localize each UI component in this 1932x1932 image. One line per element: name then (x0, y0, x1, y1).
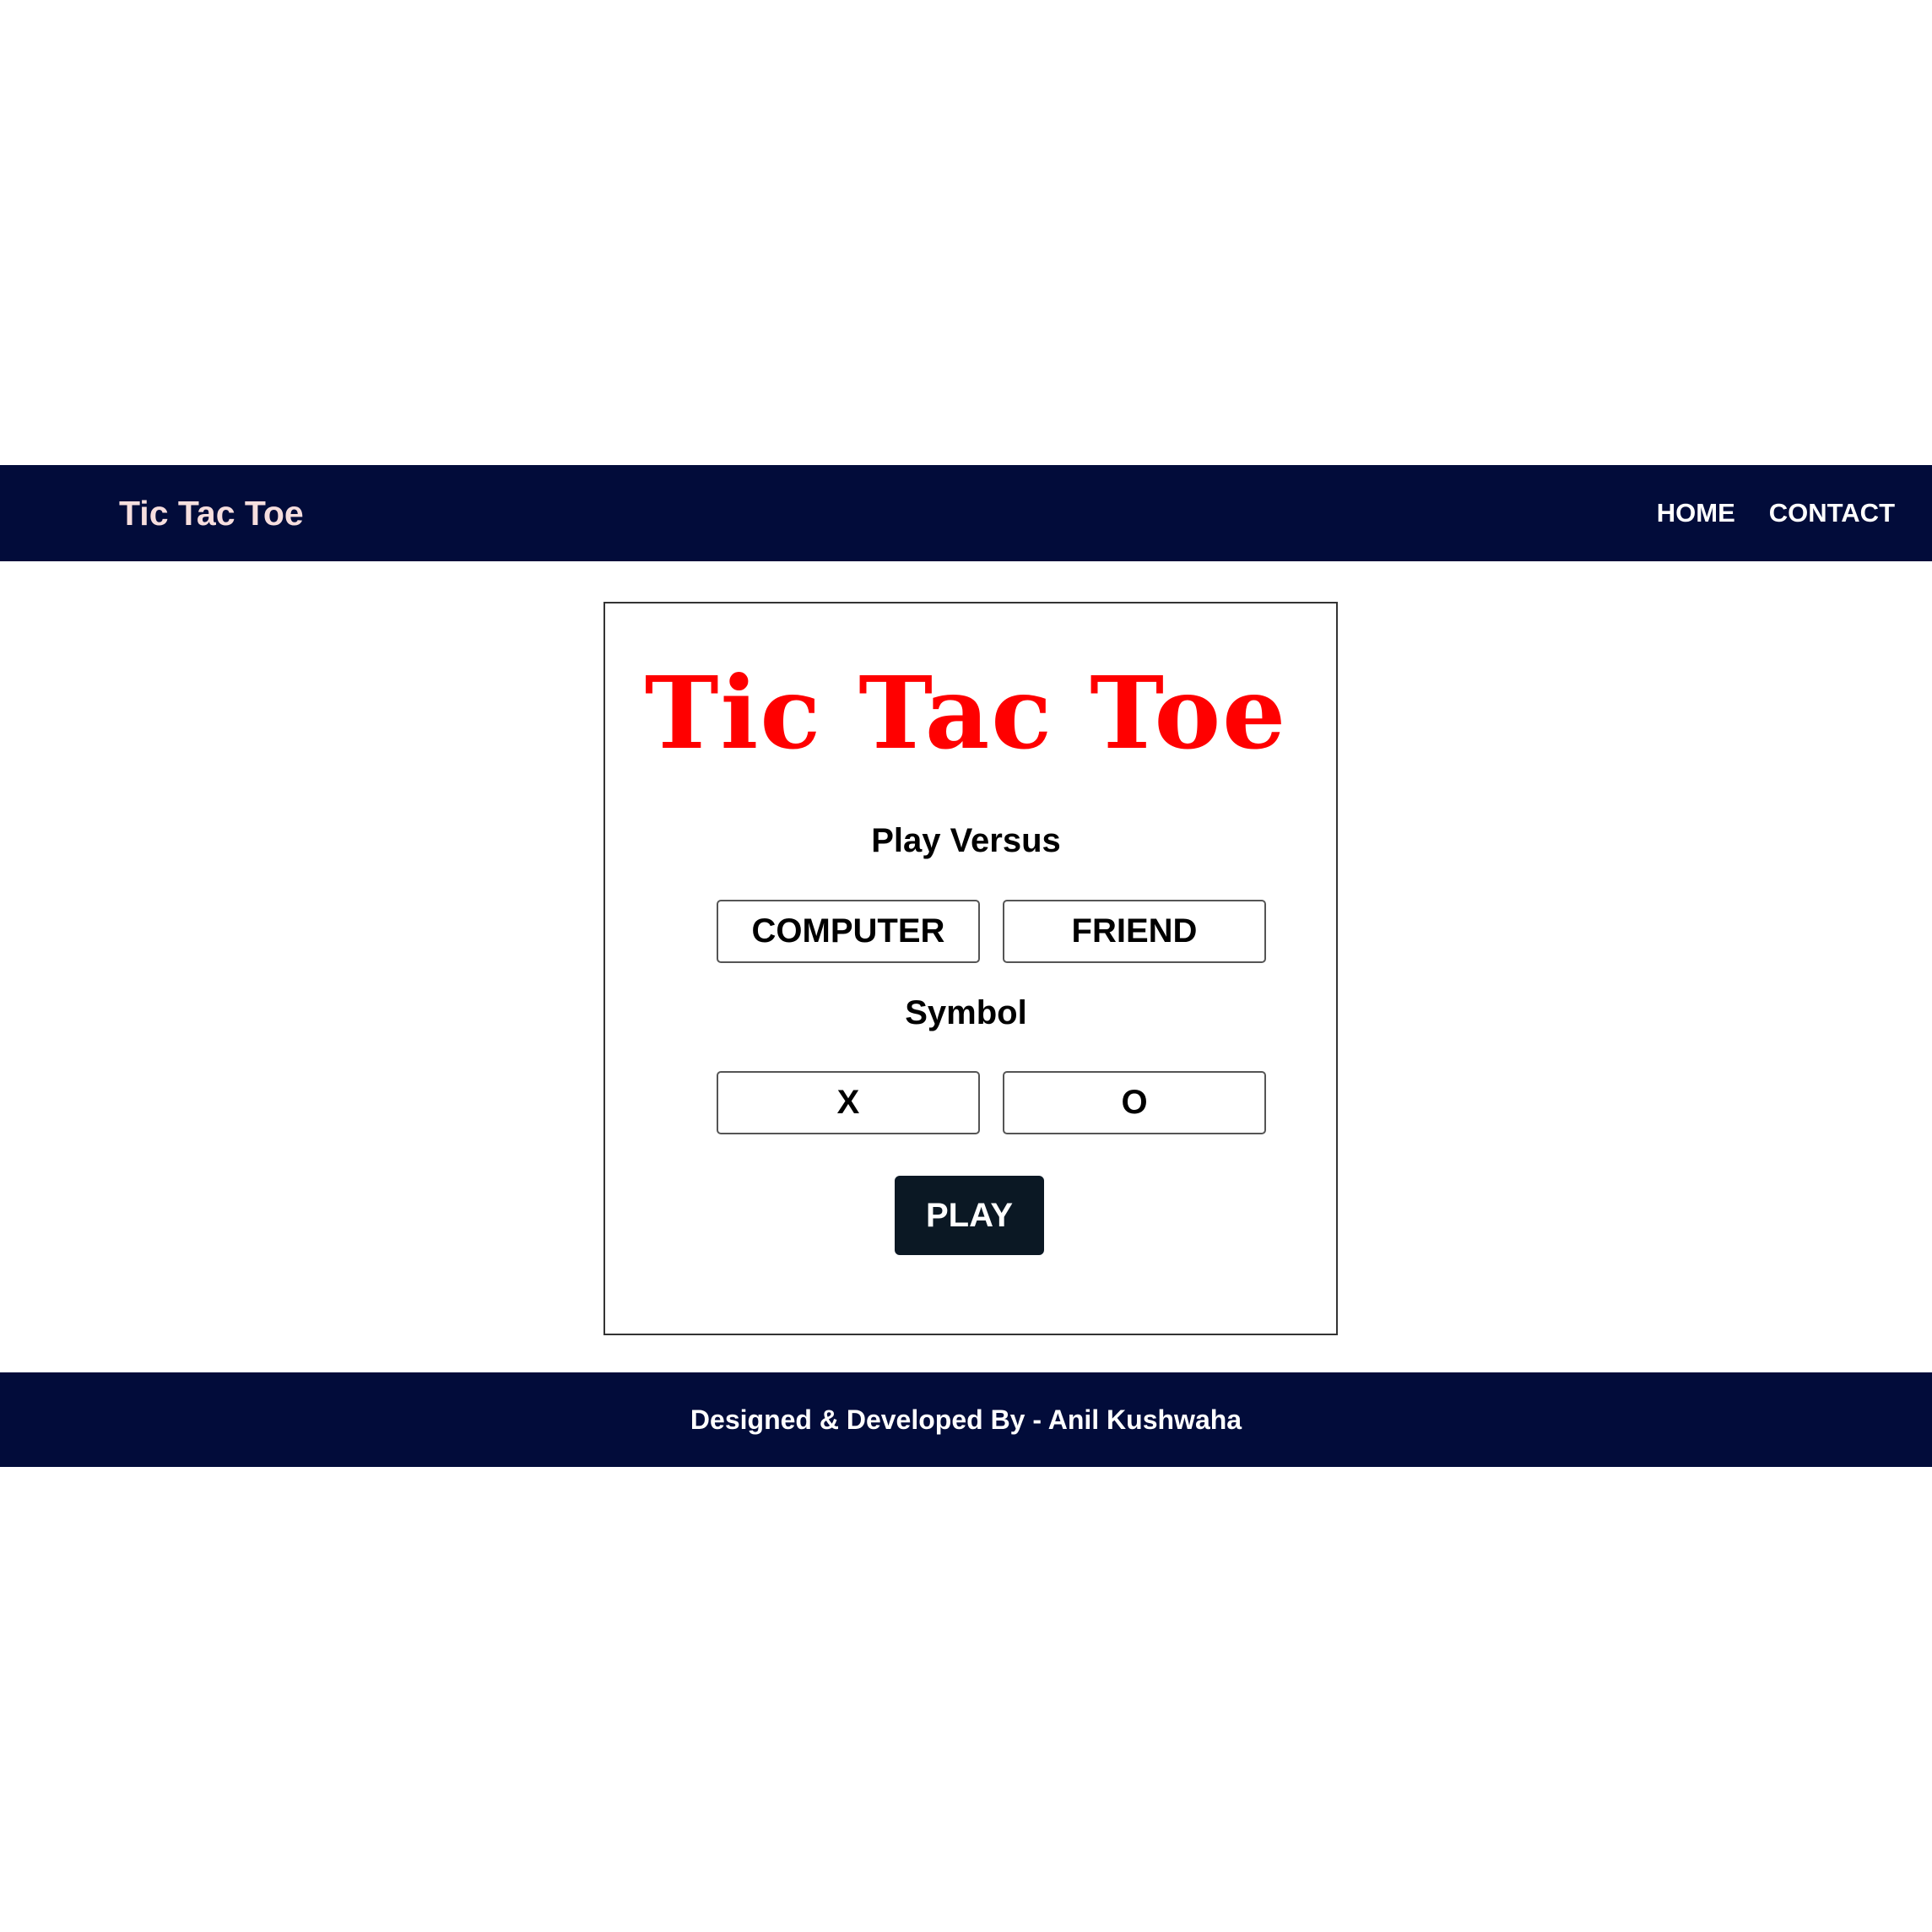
nav-link-contact[interactable]: CONTACT (1769, 498, 1895, 528)
symbol-x-button[interactable]: X (717, 1071, 980, 1134)
symbol-o-button[interactable]: O (1003, 1071, 1266, 1134)
symbol-label: Symbol (905, 994, 1027, 1031)
friend-button[interactable]: FRIEND (1003, 900, 1266, 963)
page: Tic Tac Toe HOME CONTACT Tic Tac Toe Pla… (0, 0, 1932, 1932)
nav-link-home[interactable]: HOME (1657, 498, 1735, 528)
brand-title[interactable]: Tic Tac Toe (119, 465, 304, 561)
navbar: Tic Tac Toe HOME CONTACT (0, 465, 1932, 561)
play-versus-label: Play Versus (871, 822, 1061, 859)
game-title: Tic Tac Toe (644, 654, 1288, 771)
footer-credit: Designed & Developed By - Anil Kushwaha (690, 1404, 1242, 1435)
footer: Designed & Developed By - Anil Kushwaha (0, 1372, 1932, 1467)
nav-links: HOME CONTACT (1657, 465, 1895, 561)
computer-button[interactable]: COMPUTER (717, 900, 980, 963)
play-button[interactable]: PLAY (895, 1176, 1044, 1255)
